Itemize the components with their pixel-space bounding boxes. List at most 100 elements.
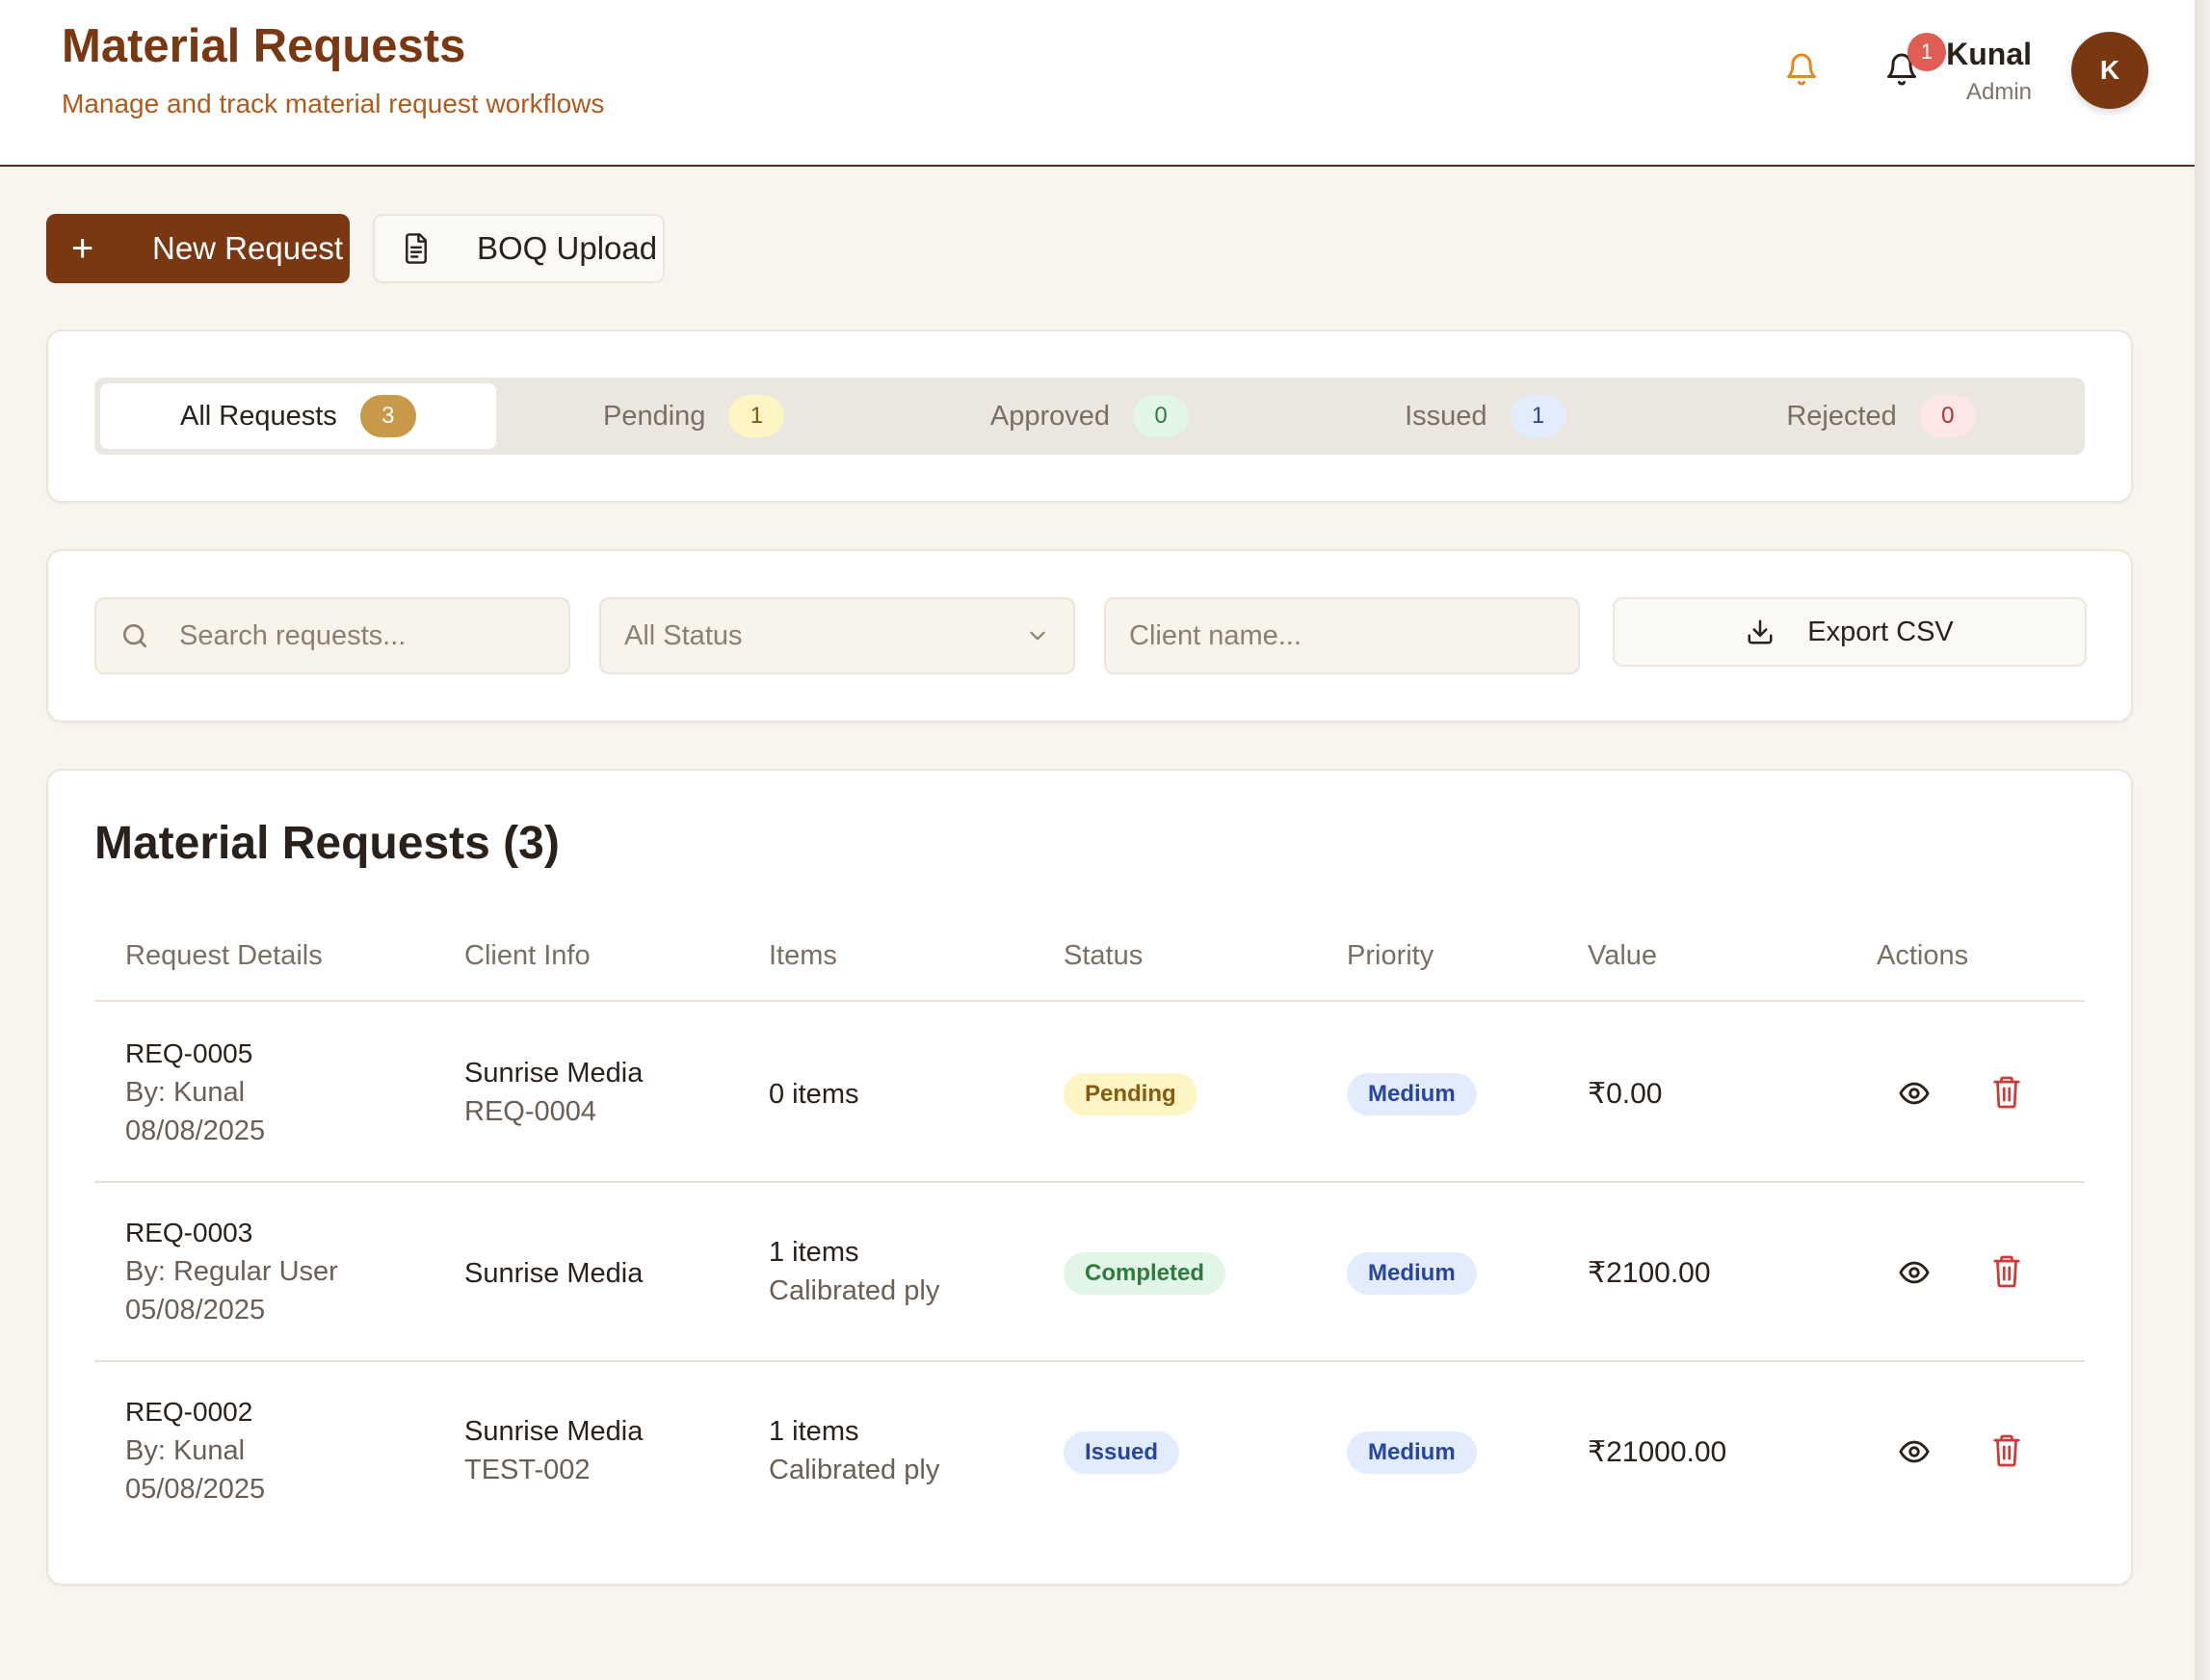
new-request-button[interactable]: + New Request: [46, 214, 350, 283]
client-info: Sunrise Media TEST-002: [464, 1412, 643, 1489]
request-date: 05/08/2025: [125, 1295, 266, 1326]
client-name-placeholder: Client name...: [1129, 619, 1302, 651]
requested-by: By: Kunal: [125, 1077, 246, 1108]
requested-by: By: Kunal: [125, 1435, 246, 1466]
status-cell: Issued: [1064, 1431, 1180, 1474]
request-id: REQ-0003: [125, 1218, 253, 1247]
page-subtitle: Manage and track material request workfl…: [62, 89, 605, 118]
items-info: 1 items Calibrated ply: [769, 1412, 939, 1489]
table-row: REQ-0003 By: Regular User 05/08/2025 Sun…: [94, 1183, 2085, 1362]
table-header: Request Details Client Info Items Status…: [94, 925, 2085, 1002]
item-count: 1 items: [769, 1237, 859, 1268]
column-header: Actions: [1877, 940, 1969, 971]
priority-badge: Medium: [1347, 1252, 1477, 1295]
user-role: Admin: [1965, 79, 2032, 105]
trash-icon[interactable]: [1992, 1075, 2021, 1110]
client-reference: REQ-0004: [464, 1096, 597, 1127]
column-header: Items: [769, 940, 837, 971]
status-tabs-card: All Requests 3 Pending 1 Approved 0 Issu…: [46, 329, 2133, 503]
avatar[interactable]: K: [2071, 32, 2148, 109]
tab-label: Issued: [1405, 400, 1487, 432]
column-header: Priority: [1347, 940, 1434, 971]
status-select-value: All Status: [624, 619, 743, 651]
tab-count-badge: 1: [1510, 395, 1566, 437]
items-info: 1 items Calibrated ply: [769, 1233, 939, 1310]
document-icon: [406, 233, 427, 264]
search-icon: [122, 624, 146, 647]
status-select[interactable]: All Status: [599, 597, 1075, 674]
client-name: Sunrise Media: [464, 1416, 644, 1447]
tab-label: Approved: [989, 400, 1111, 432]
status-badge: Issued: [1064, 1431, 1180, 1474]
request-value: ₹2100.00: [1588, 1257, 1711, 1289]
chevron-down-icon: [1030, 631, 1045, 641]
user-name: Kunal: [1946, 37, 2032, 71]
client-info: Sunrise Media REQ-0004: [464, 1054, 643, 1131]
status-cell: Pending: [1064, 1073, 1197, 1116]
status-badge: Pending: [1064, 1073, 1197, 1116]
tab-issued[interactable]: Issued 1: [1287, 383, 1683, 449]
search-placeholder: Search requests...: [179, 619, 407, 651]
priority-badge: Medium: [1347, 1431, 1477, 1474]
client-name-input[interactable]: Client name...: [1104, 597, 1580, 674]
tab-all-requests[interactable]: All Requests 3: [100, 383, 496, 449]
new-request-label: New Request: [152, 230, 344, 266]
client-info: Sunrise Media: [464, 1254, 643, 1293]
table-row: REQ-0002 By: Kunal 05/08/2025 Sunrise Me…: [94, 1362, 2085, 1541]
request-id: REQ-0005: [125, 1038, 253, 1068]
requests-table-card: Material Requests (3) Request Details Cl…: [46, 769, 2133, 1586]
eye-icon[interactable]: [1898, 1256, 1931, 1289]
request-id: REQ-0002: [125, 1397, 253, 1427]
filters-card: Search requests... All Status Client nam…: [46, 549, 2133, 722]
item-count: 1 items: [769, 1416, 859, 1447]
eye-icon[interactable]: [1898, 1077, 1931, 1110]
items-info: 0 items: [769, 1075, 858, 1114]
boq-upload-button[interactable]: BOQ Upload: [373, 214, 665, 283]
item-detail: Calibrated ply: [769, 1455, 940, 1485]
export-csv-button[interactable]: Export CSV: [1613, 597, 2087, 667]
request-date: 05/08/2025: [125, 1474, 266, 1505]
item-detail: Calibrated ply: [769, 1275, 940, 1306]
table-title: Material Requests (3): [94, 818, 560, 869]
page-title: Material Requests: [62, 20, 466, 72]
tab-label: All Requests: [179, 400, 337, 432]
tab-rejected[interactable]: Rejected 0: [1683, 383, 2079, 449]
page-edge: [2195, 0, 2210, 1680]
tab-label: Pending: [602, 400, 706, 432]
status-cell: Completed: [1064, 1252, 1226, 1295]
tab-pending[interactable]: Pending 1: [496, 383, 892, 449]
request-details: REQ-0002 By: Kunal 05/08/2025: [125, 1393, 265, 1509]
tab-label: Rejected: [1786, 400, 1897, 432]
trash-icon[interactable]: [1992, 1254, 2021, 1289]
request-value: ₹0.00: [1588, 1078, 1663, 1110]
column-header: Request Details: [125, 940, 323, 971]
request-details: REQ-0005 By: Kunal 08/08/2025: [125, 1035, 265, 1150]
request-value: ₹21000.00: [1588, 1436, 1727, 1468]
priority-badge: Medium: [1347, 1073, 1477, 1116]
priority-cell: Medium: [1347, 1252, 1477, 1295]
column-header: Client Info: [464, 940, 591, 971]
table-row: REQ-0005 By: Kunal 08/08/2025 Sunrise Me…: [94, 1004, 2085, 1183]
search-input[interactable]: Search requests...: [94, 597, 570, 674]
status-badge: Completed: [1064, 1252, 1226, 1295]
tab-approved[interactable]: Approved 0: [892, 383, 1288, 449]
client-name: Sunrise Media: [464, 1258, 644, 1289]
column-header: Value: [1588, 940, 1658, 971]
eye-icon[interactable]: [1898, 1435, 1931, 1468]
column-header: Status: [1064, 940, 1144, 971]
request-details: REQ-0003 By: Regular User 05/08/2025: [125, 1214, 338, 1329]
status-tabs: All Requests 3 Pending 1 Approved 0 Issu…: [94, 378, 2085, 455]
tab-count-badge: 0: [1133, 395, 1190, 437]
trash-icon[interactable]: [1992, 1433, 2021, 1468]
page-header: Material Requests Manage and track mater…: [0, 0, 2195, 167]
requested-by: By: Regular User: [125, 1256, 338, 1287]
bell-icon[interactable]: [1784, 50, 1819, 89]
priority-cell: Medium: [1347, 1073, 1477, 1116]
request-date: 08/08/2025: [125, 1116, 266, 1146]
tab-count-badge: 0: [1919, 395, 1976, 437]
client-name: Sunrise Media: [464, 1058, 644, 1089]
notification-count-badge: 1: [1907, 33, 1946, 71]
plus-icon: +: [71, 227, 94, 270]
boq-upload-label: BOQ Upload: [477, 230, 658, 266]
download-icon: [1748, 619, 1773, 644]
